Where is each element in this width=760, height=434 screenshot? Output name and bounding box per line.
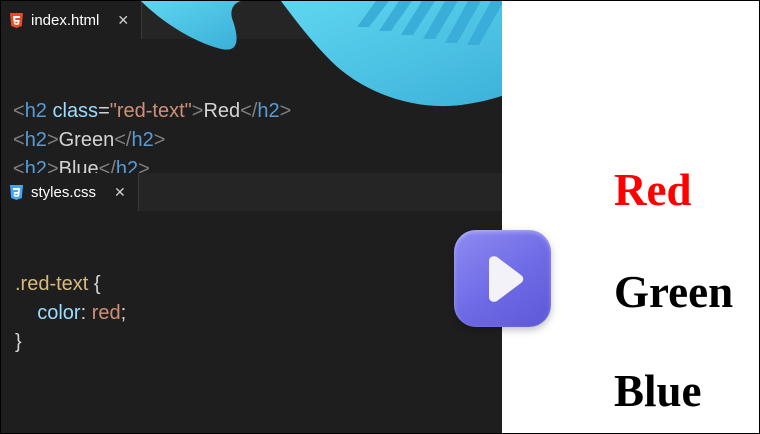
code-token: > <box>46 129 59 151</box>
code-token: h2 <box>24 129 47 151</box>
code-line: color: red; <box>15 299 126 328</box>
css3-icon <box>9 184 23 200</box>
tab-styles-css[interactable]: styles.css ✕ <box>1 173 139 211</box>
tab-label: styles.css <box>31 183 97 201</box>
decorative-swoosh <box>141 1 551 107</box>
code-token: h2 <box>131 129 154 151</box>
code-token: h2 <box>24 100 47 122</box>
preview-heading-green: Green <box>614 267 734 317</box>
code-token: : <box>80 302 92 324</box>
preview-heading-red: Red <box>614 165 692 215</box>
preview-heading-blue: Blue <box>614 366 702 416</box>
code-token: } <box>15 331 22 353</box>
close-icon[interactable]: ✕ <box>114 184 126 201</box>
code-line: <h2>Green</h2> <box>13 126 291 155</box>
code-token: red <box>91 302 121 324</box>
css-code-block: .red-text { color: red;} <box>15 241 126 415</box>
code-token: class <box>46 100 99 122</box>
code-token: Green <box>58 129 115 151</box>
code-line: } <box>15 328 126 357</box>
browser-preview: Red Green Blue <box>502 1 759 433</box>
code-token: .red-text <box>15 273 89 295</box>
thumbnail-frame: index.html ✕ <h2 class="red-text">Red</h… <box>0 0 760 434</box>
code-line: .red-text { <box>15 270 126 299</box>
code-token: </ <box>114 129 132 151</box>
tab-bar-css: styles.css ✕ <box>1 173 502 211</box>
code-token: > <box>153 129 166 151</box>
html5-icon <box>9 12 23 28</box>
tab-label: index.html <box>31 11 100 29</box>
code-token: < <box>13 100 25 122</box>
play-button[interactable] <box>454 230 551 327</box>
code-token: color <box>37 302 81 324</box>
play-icon <box>488 255 523 302</box>
code-token: < <box>13 129 25 151</box>
code-token: { <box>88 273 101 295</box>
code-token: ; <box>120 302 127 324</box>
code-token: = <box>98 100 110 122</box>
